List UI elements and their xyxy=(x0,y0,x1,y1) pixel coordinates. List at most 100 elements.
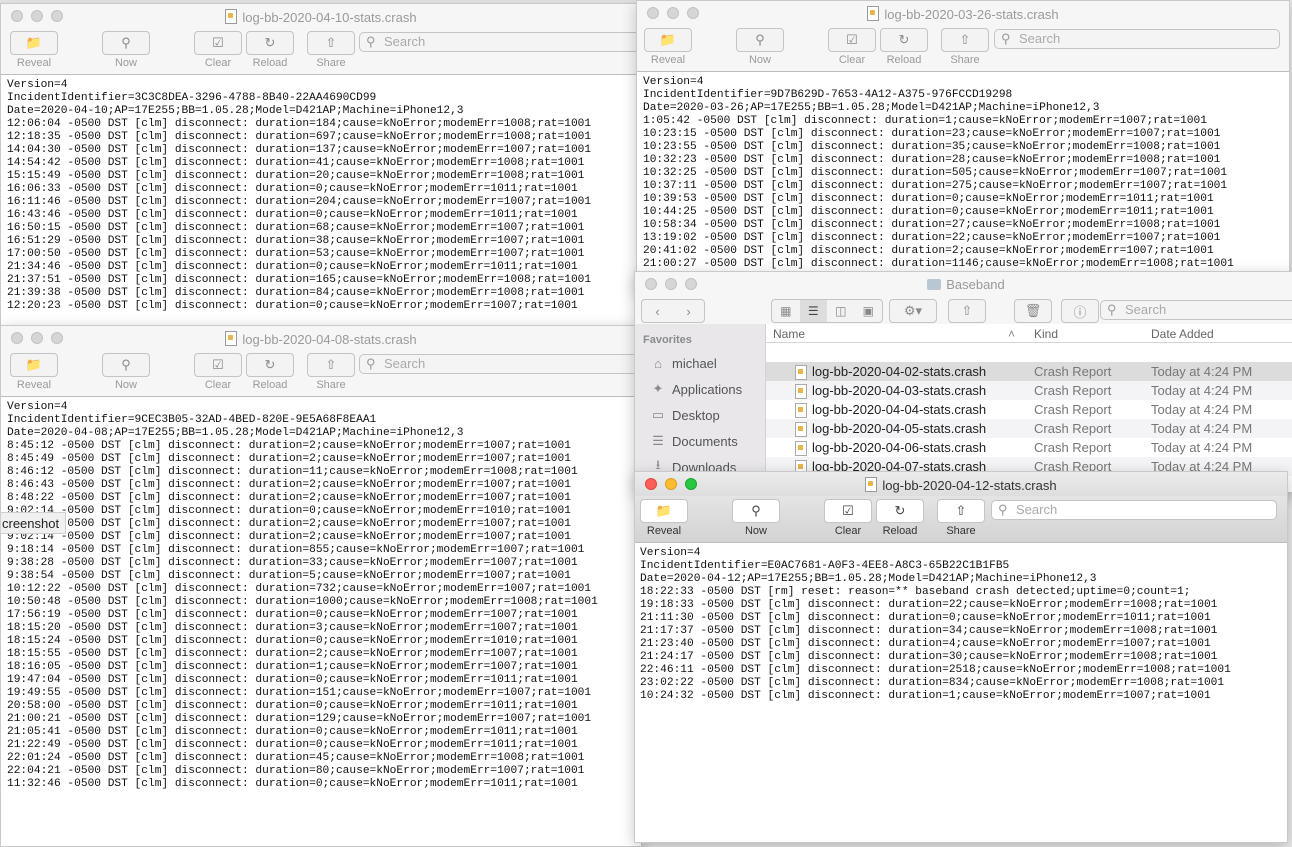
title-bar[interactable]: log-bb-2020-04-12-stats.crash xyxy=(635,472,1287,498)
share-button[interactable]: ⇧ Share xyxy=(306,31,356,69)
now-button[interactable]: ⚲ Now xyxy=(731,499,781,537)
crash-file-icon xyxy=(795,422,807,437)
log-line: 10:58:34 -0500 DST [clm] disconnect: dur… xyxy=(643,219,1221,231)
log-line: Version=4 xyxy=(640,547,701,559)
file-row[interactable]: log-bb-2020-04-05-stats.crash Crash Repor… xyxy=(766,419,1292,438)
share-label: Share xyxy=(950,54,980,66)
sidebar-item-desktop[interactable]: ▭ Desktop xyxy=(635,402,765,428)
console-window-2020-04-08[interactable]: log-bb-2020-04-08-stats.crash 📁 Reveal ⚲ N… xyxy=(0,325,642,847)
log-text[interactable]: Version=4 IncidentIdentifier=E0AC7681-A0F… xyxy=(640,547,1287,842)
file-row[interactable]: log-bb-2020-04-03-stats.crash Crash Repor… xyxy=(766,381,1292,400)
reload-button[interactable]: ↻ Reload xyxy=(875,499,925,537)
finder-window-baseband[interactable]: Baseband ‹ › ▦ ☰ ◫ ▣ ⚙▾ ⇧ 🗑 ⓘ ⚲ Search Fav… xyxy=(634,271,1292,493)
console-window-2020-04-12[interactable]: log-bb-2020-04-12-stats.crash 📁 Reveal ⚲ N… xyxy=(634,471,1288,843)
clear-label: Clear xyxy=(838,54,866,66)
search-field[interactable]: ⚲ Search xyxy=(359,32,641,52)
log-line: 10:24:32 -0500 DST [clm] disconnect: dur… xyxy=(640,690,1211,702)
title-bar[interactable]: log-bb-2020-04-08-stats.crash xyxy=(1,326,641,352)
list-view-icon[interactable]: ☰ xyxy=(799,300,827,322)
log-line: 17:00:50 -0500 DST [clm] disconnect: dur… xyxy=(7,248,585,260)
reload-icon: ↻ xyxy=(246,31,294,55)
search-field[interactable]: ⚲ Search xyxy=(994,29,1280,49)
reveal-button[interactable]: 📁 Reveal xyxy=(639,499,689,537)
log-line: 14:04:30 -0500 DST [clm] disconnect: dur… xyxy=(7,144,592,156)
reload-button[interactable]: ↻ Reload xyxy=(245,353,295,391)
reload-button[interactable]: ↻ Reload xyxy=(245,31,295,69)
delete-button[interactable]: 🗑 xyxy=(1008,299,1058,323)
log-text[interactable]: Version=4 IncidentIdentifier=9D7B629D-765… xyxy=(643,76,1289,291)
log-line: 19:49:55 -0500 DST [clm] disconnect: dur… xyxy=(7,687,592,699)
search-field[interactable]: ⚲ Search xyxy=(991,500,1277,520)
file-kind: Crash Report xyxy=(1034,383,1112,398)
log-line: 10:32:25 -0500 DST [clm] disconnect: dur… xyxy=(643,167,1228,179)
screenshot-tooltip: creenshot xyxy=(0,512,67,534)
share-button[interactable]: ⇧ Share xyxy=(940,28,990,66)
reveal-button[interactable]: 📁 Reveal xyxy=(643,28,693,66)
info-button[interactable]: ⓘ xyxy=(1055,299,1105,323)
file-date-added: Today at 4:24 PM xyxy=(1151,421,1253,436)
log-line: 8:46:43 -0500 DST [clm] disconnect: dura… xyxy=(7,479,571,491)
log-line: Version=4 xyxy=(7,401,68,413)
clear-label: Clear xyxy=(204,379,232,391)
search-field[interactable]: ⚲ Search xyxy=(359,354,641,374)
now-button[interactable]: ⚲ Now xyxy=(735,28,785,66)
log-line: 12:18:35 -0500 DST [clm] disconnect: dur… xyxy=(7,131,592,143)
title-bar[interactable]: Baseband xyxy=(635,272,1292,298)
now-button[interactable]: ⚲ Now xyxy=(101,353,151,391)
clear-button[interactable]: ☑ Clear xyxy=(193,31,243,69)
info-icon: ⓘ xyxy=(1061,299,1099,323)
title-bar[interactable]: log-bb-2020-03-26-stats.crash xyxy=(637,1,1289,27)
share-button[interactable]: ⇧ xyxy=(942,299,992,323)
documents-icon: ☰ xyxy=(652,433,664,448)
share-button[interactable]: ⇧ Share xyxy=(306,353,356,391)
file-date-added: Today at 4:24 PM xyxy=(1151,383,1253,398)
document-icon xyxy=(867,6,880,21)
search-placeholder: Search xyxy=(1016,502,1058,517)
search-placeholder: Search xyxy=(1125,302,1167,317)
file-row[interactable]: log-bb-2020-04-02-stats.crash Crash Repor… xyxy=(766,362,1292,381)
search-icon: ⚲ xyxy=(366,356,376,371)
console-window-2020-03-26[interactable]: log-bb-2020-03-26-stats.crash 📁 Reveal ⚲ N… xyxy=(636,0,1290,292)
clear-button[interactable]: ☑ Clear xyxy=(193,353,243,391)
column-view-icon[interactable]: ◫ xyxy=(827,300,855,322)
log-line: 21:39:38 -0500 DST [clm] disconnect: dur… xyxy=(7,287,585,299)
view-mode-segmented[interactable]: ▦ ☰ ◫ ▣ xyxy=(771,299,883,323)
icon-view-icon[interactable]: ▦ xyxy=(772,300,800,322)
file-kind: Crash Report xyxy=(1034,440,1112,455)
back-forward-buttons[interactable]: ‹ › xyxy=(641,299,705,323)
now-button[interactable]: ⚲ Now xyxy=(101,31,151,69)
gear-icon: ⚙▾ xyxy=(889,299,937,323)
title-bar[interactable]: log-bb-2020-04-10-stats.crash xyxy=(1,4,641,30)
file-row[interactable]: log-bb-2020-04-04-stats.crash Crash Repor… xyxy=(766,400,1292,419)
sidebar-item-documents[interactable]: ☰ Documents xyxy=(635,428,765,454)
reveal-button[interactable]: 📁 Reveal xyxy=(9,31,59,69)
reload-icon: ↻ xyxy=(876,499,924,523)
now-label: Now xyxy=(748,54,771,66)
reveal-button[interactable]: 📁 Reveal xyxy=(9,353,59,391)
log-text[interactable]: Version=4 IncidentIdentifier=9CEC3B05-32A… xyxy=(7,401,641,846)
log-line: 10:23:15 -0500 DST [clm] disconnect: dur… xyxy=(643,128,1221,140)
sidebar-item-applications[interactable]: ✦ Applications xyxy=(635,376,765,402)
finder-search-field[interactable]: ⚲ Search xyxy=(1100,300,1292,320)
clear-button[interactable]: ☑ Clear xyxy=(827,28,877,66)
share-button[interactable]: ⇧ Share xyxy=(936,499,986,537)
log-line: 21:00:21 -0500 DST [clm] disconnect: dur… xyxy=(7,713,592,725)
file-row[interactable]: log-bb-2020-04-06-stats.crash Crash Repor… xyxy=(766,438,1292,457)
column-name[interactable]: Name xyxy=(773,327,805,341)
action-menu-button[interactable]: ⚙▾ xyxy=(888,299,938,323)
column-kind[interactable]: Kind xyxy=(1034,327,1058,341)
back-icon: ‹ xyxy=(655,303,660,319)
reload-label: Reload xyxy=(252,57,288,69)
log-text[interactable]: Version=4 IncidentIdentifier=3C3C8DEA-329… xyxy=(7,79,641,326)
column-date-added[interactable]: Date Added xyxy=(1151,327,1214,341)
gallery-view-icon[interactable]: ▣ xyxy=(855,300,883,322)
log-line: 8:46:12 -0500 DST [clm] disconnect: dura… xyxy=(7,466,578,478)
log-line: 22:46:11 -0500 DST [clm] disconnect: dur… xyxy=(640,664,1231,676)
sidebar-item-michael[interactable]: ⌂ michael xyxy=(635,350,765,376)
log-line: 17:56:19 -0500 DST [clm] disconnect: dur… xyxy=(7,609,578,621)
clear-button[interactable]: ☑ Clear xyxy=(823,499,873,537)
reload-button[interactable]: ↻ Reload xyxy=(879,28,929,66)
console-window-2020-04-10[interactable]: log-bb-2020-04-10-stats.crash 📁 Reveal ⚲ N… xyxy=(0,3,642,327)
crash-file-icon xyxy=(795,441,807,456)
log-line: 9:02:14 -0500 DST [clm] disconnect: dura… xyxy=(7,531,571,543)
